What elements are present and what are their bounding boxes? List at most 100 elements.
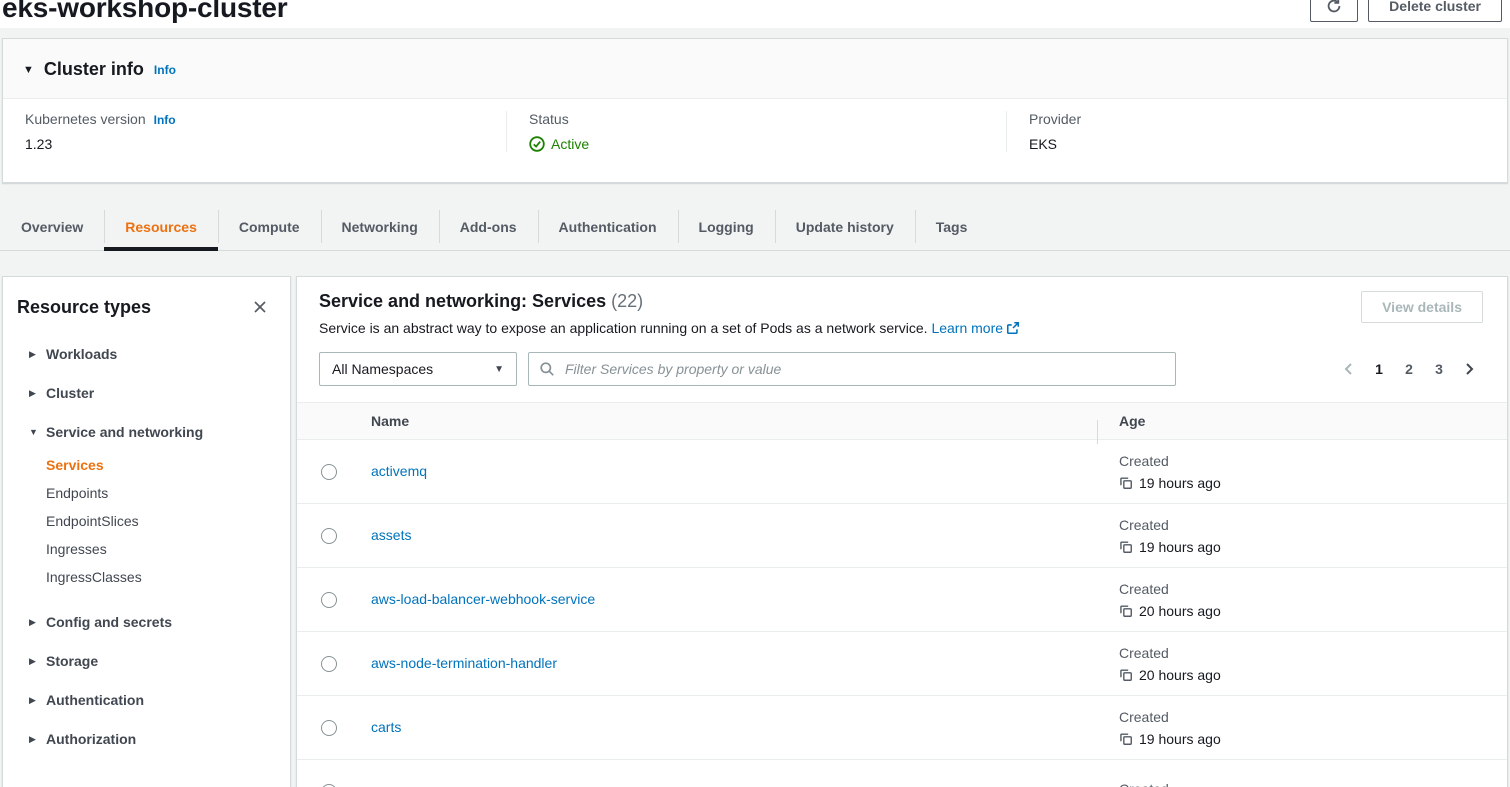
kubernetes-version-value: 1.23 <box>25 136 506 152</box>
provider-value: EKS <box>1029 136 1507 152</box>
kubernetes-version-field: Kubernetes version Info 1.23 <box>3 111 506 152</box>
service-link[interactable]: carts <box>371 719 401 735</box>
sidebar-item-label: Authentication <box>46 692 144 708</box>
created-label: Created <box>1119 709 1507 725</box>
service-link[interactable]: assets <box>371 527 411 543</box>
external-link-icon <box>1006 321 1020 335</box>
service-link[interactable]: aws-load-balancer-webhook-service <box>371 591 595 607</box>
services-table: Name Age activemq Created 19 hours ago <box>297 402 1507 787</box>
cluster-info-header[interactable]: ▼ Cluster info Info <box>3 39 1507 98</box>
view-details-button[interactable]: View details <box>1361 291 1483 323</box>
page-title: eks-workshop-cluster <box>2 0 287 24</box>
pagination-page-2[interactable]: 2 <box>1395 355 1423 383</box>
search-input[interactable] <box>528 352 1176 386</box>
sidebar-item-label: Config and secrets <box>46 614 172 630</box>
services-count: (22) <box>611 291 643 311</box>
page-header: eks-workshop-cluster Delete cluster <box>0 0 1510 28</box>
sidebar-item-storage[interactable]: ▶ Storage <box>29 653 272 669</box>
namespace-filter-value: All Namespaces <box>332 361 433 377</box>
header-actions: Delete cluster <box>1310 0 1502 22</box>
sidebar-item-cluster[interactable]: ▶ Cluster <box>29 385 272 401</box>
tab-authentication[interactable]: Authentication <box>538 203 678 250</box>
learn-more-link[interactable]: Learn more <box>931 320 1020 336</box>
pagination-next-button[interactable] <box>1455 355 1483 383</box>
created-label: Created <box>1119 581 1507 597</box>
sidebar-item-ingresses[interactable]: Ingresses <box>46 535 272 563</box>
tab-overview[interactable]: Overview <box>0 203 104 250</box>
row-radio[interactable] <box>321 464 337 480</box>
tab-networking[interactable]: Networking <box>321 203 439 250</box>
row-radio[interactable] <box>321 528 337 544</box>
tab-update-history[interactable]: Update history <box>775 203 915 250</box>
sidebar-item-endpointslices[interactable]: EndpointSlices <box>46 507 272 535</box>
sidebar-item-config-and-secrets[interactable]: ▶ Config and secrets <box>29 614 272 630</box>
row-radio[interactable] <box>321 784 337 787</box>
row-radio[interactable] <box>321 720 337 736</box>
service-networking-children: Services Endpoints EndpointSlices Ingres… <box>46 451 272 591</box>
sidebar-item-services[interactable]: Services <box>46 451 272 479</box>
row-radio[interactable] <box>321 592 337 608</box>
age-value: 20 hours ago <box>1139 603 1221 619</box>
close-icon <box>252 299 268 315</box>
chevron-left-icon <box>1341 361 1357 377</box>
check-circle-icon <box>529 136 545 152</box>
status-label: Status <box>529 111 569 127</box>
eks-cluster-page: eks-workshop-cluster Delete cluster ▼ Cl… <box>0 0 1510 787</box>
services-title-text: Service and networking: Services <box>319 291 606 311</box>
tab-tags[interactable]: Tags <box>915 203 989 250</box>
provider-label: Provider <box>1029 111 1081 127</box>
sidebar-item-label: Service and networking <box>46 424 203 440</box>
age-value: 19 hours ago <box>1139 731 1221 747</box>
caret-right-icon: ▶ <box>29 656 39 667</box>
resource-types-tree: ▶ Workloads ▶ Cluster ▼ Service and netw… <box>29 346 272 747</box>
table-header-row: Name Age <box>297 402 1507 440</box>
table-row: activemq Created 19 hours ago <box>297 440 1507 504</box>
sidebar-item-label: Storage <box>46 653 98 669</box>
tab-compute[interactable]: Compute <box>218 203 321 250</box>
sidebar-item-authorization[interactable]: ▶ Authorization <box>29 731 272 747</box>
refresh-button[interactable] <box>1310 0 1358 22</box>
search-icon <box>539 361 555 377</box>
services-panel-title: Service and networking: Services (22) <box>319 291 1020 312</box>
table-row: carts Created 19 hours ago <box>297 696 1507 760</box>
copy-icon <box>1119 604 1133 618</box>
close-panel-button[interactable] <box>248 295 272 319</box>
age-value: 19 hours ago <box>1139 539 1221 555</box>
caret-down-icon[interactable]: ▼ <box>23 64 34 76</box>
sidebar-item-endpoints[interactable]: Endpoints <box>46 479 272 507</box>
sidebar-item-label: Cluster <box>46 385 94 401</box>
status-field: Status Active <box>506 111 1006 152</box>
tab-logging[interactable]: Logging <box>678 203 775 250</box>
created-label: Created <box>1119 645 1507 661</box>
delete-cluster-button[interactable]: Delete cluster <box>1368 0 1502 22</box>
namespace-filter-select[interactable]: All Namespaces ▼ <box>319 352 517 386</box>
table-row: aws-load-balancer-webhook-service Create… <box>297 568 1507 632</box>
column-header-age: Age <box>1097 413 1507 429</box>
service-link[interactable]: activemq <box>371 463 427 479</box>
caret-right-icon: ▶ <box>29 617 39 628</box>
copy-icon <box>1119 540 1133 554</box>
service-link[interactable]: aws-node-termination-handler <box>371 655 557 671</box>
pagination-prev-button[interactable] <box>1335 355 1363 383</box>
chevron-right-icon <box>1461 361 1477 377</box>
status-badge: Active <box>551 136 589 152</box>
tab-resources[interactable]: Resources <box>104 203 218 250</box>
caret-down-icon: ▼ <box>29 427 39 437</box>
row-radio[interactable] <box>321 656 337 672</box>
sidebar-item-ingressclasses[interactable]: IngressClasses <box>46 563 272 591</box>
resource-types-title: Resource types <box>17 297 151 318</box>
sidebar-item-workloads[interactable]: ▶ Workloads <box>29 346 272 362</box>
pagination-page-1[interactable]: 1 <box>1365 355 1393 383</box>
resource-types-panel: Resource types ▶ Workloads ▶ Cluster <box>2 276 291 787</box>
learn-more-label: Learn more <box>931 320 1003 336</box>
kubernetes-version-info-link[interactable]: Info <box>154 113 176 127</box>
pagination-page-3[interactable]: 3 <box>1425 355 1453 383</box>
cluster-info-info-link[interactable]: Info <box>154 63 176 77</box>
sidebar-item-service-and-networking[interactable]: ▼ Service and networking <box>29 424 272 440</box>
cluster-tabs: Overview Resources Compute Networking Ad… <box>0 203 1510 251</box>
sidebar-item-label: Workloads <box>46 346 117 362</box>
table-row: assets Created 19 hours ago <box>297 504 1507 568</box>
tab-add-ons[interactable]: Add-ons <box>439 203 538 250</box>
sidebar-item-authentication[interactable]: ▶ Authentication <box>29 692 272 708</box>
age-value: 19 hours ago <box>1139 475 1221 491</box>
